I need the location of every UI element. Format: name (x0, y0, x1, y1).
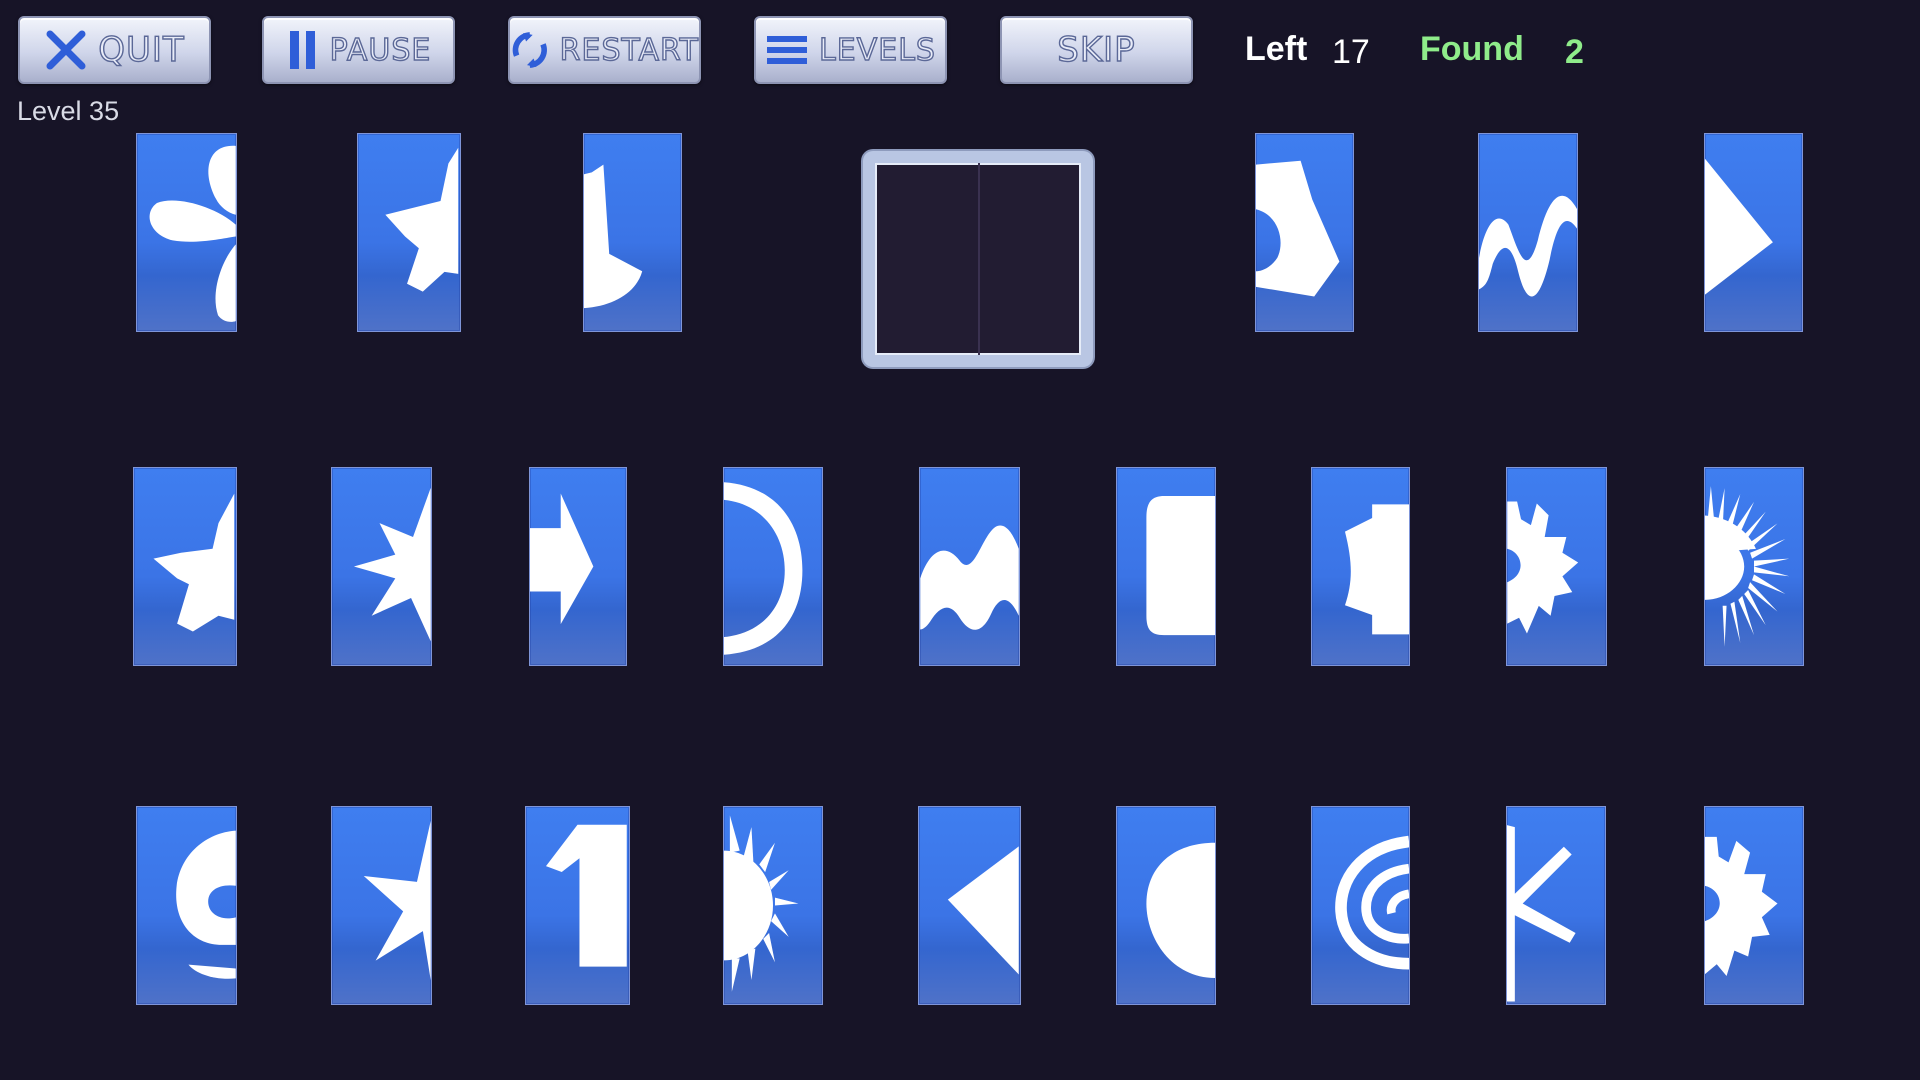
tile-rounded-square-half[interactable] (1116, 467, 1216, 666)
tile-sun-half[interactable] (723, 806, 823, 1005)
tile-wave-half[interactable] (919, 467, 1020, 666)
level-label: Level 35 (17, 96, 120, 126)
restart-button-label: RESTART (559, 32, 699, 68)
tile-arrow-half[interactable] (529, 467, 627, 666)
arrow-half-icon (530, 493, 594, 625)
left-count: 17 (1332, 33, 1370, 71)
star-blob-half-icon (153, 493, 235, 632)
wave-half-icon (920, 525, 1019, 630)
tile-notched-square-half[interactable] (1311, 467, 1410, 666)
spiky-star-half-icon (353, 487, 431, 642)
number-one-half-icon (545, 824, 627, 967)
pie-half-icon (584, 164, 643, 309)
sunburst-half-icon (1705, 486, 1790, 647)
sun-half-icon (724, 815, 799, 992)
slot-divider (978, 163, 980, 355)
triangle-half-icon (1705, 158, 1773, 295)
propeller-half-icon (149, 145, 236, 322)
asterisk-half-icon (1507, 825, 1576, 1002)
wave-half-icon (1479, 195, 1577, 297)
tile-spiky-star-half[interactable] (331, 467, 432, 666)
tile-triangle-left-half[interactable] (918, 806, 1021, 1005)
tile-star-half[interactable] (331, 806, 432, 1005)
tile-sunburst-half[interactable] (1704, 467, 1804, 666)
tile-gear-half[interactable] (1704, 806, 1804, 1005)
notched-square-half-icon (1344, 504, 1409, 635)
levels-button[interactable]: LEVELS (754, 16, 947, 84)
ring-half-icon (724, 482, 803, 655)
left-label: Left (1245, 30, 1308, 68)
tile-pie-half[interactable] (583, 133, 682, 332)
found-count: 2 (1565, 33, 1584, 71)
tile-propeller-half[interactable] (136, 133, 237, 332)
tile-gear-half[interactable] (1506, 467, 1607, 666)
tile-star-blob-half[interactable] (357, 133, 461, 332)
match-target-slot (863, 151, 1093, 367)
tile-circle-half[interactable] (1116, 806, 1216, 1005)
skip-button-label: SKIP (1057, 29, 1136, 70)
tile-swirl-half[interactable] (136, 806, 237, 1005)
tile-hexagon-ring-half[interactable] (1255, 133, 1354, 332)
close-icon (46, 30, 86, 70)
rounded-square-half-icon (1146, 495, 1215, 636)
tile-spiral-half[interactable] (1311, 806, 1410, 1005)
menu-icon (767, 36, 808, 64)
restart-button[interactable]: RESTART (508, 16, 701, 84)
gear-half-icon (1507, 501, 1579, 634)
gear-half-icon (1705, 836, 1778, 977)
skip-button[interactable]: SKIP (1000, 16, 1193, 84)
pause-button-label: PAUSE (329, 32, 432, 68)
star-half-icon (363, 820, 431, 981)
tile-wave-half[interactable] (1478, 133, 1578, 332)
found-label: Found (1420, 30, 1524, 68)
tile-ring-half[interactable] (723, 467, 823, 666)
pause-button[interactable]: PAUSE (262, 16, 455, 84)
tile-asterisk-half[interactable] (1506, 806, 1606, 1005)
levels-button-label: LEVELS (818, 32, 936, 68)
swirl-half-icon (176, 830, 236, 979)
tile-triangle-half[interactable] (1704, 133, 1803, 332)
quit-button-label: QUIT (98, 29, 185, 70)
star-blob-half-icon (385, 147, 459, 292)
hexagon-ring-half-icon (1256, 160, 1340, 297)
quit-button[interactable]: QUIT (18, 16, 211, 84)
circle-half-icon (1146, 842, 1215, 979)
triangle-left-half-icon (947, 846, 1019, 975)
spiral-half-icon (1335, 835, 1409, 970)
tile-number-one-half[interactable] (525, 806, 630, 1005)
pause-icon (289, 31, 315, 69)
restart-icon (512, 32, 547, 68)
tile-star-blob-half[interactable] (133, 467, 237, 666)
